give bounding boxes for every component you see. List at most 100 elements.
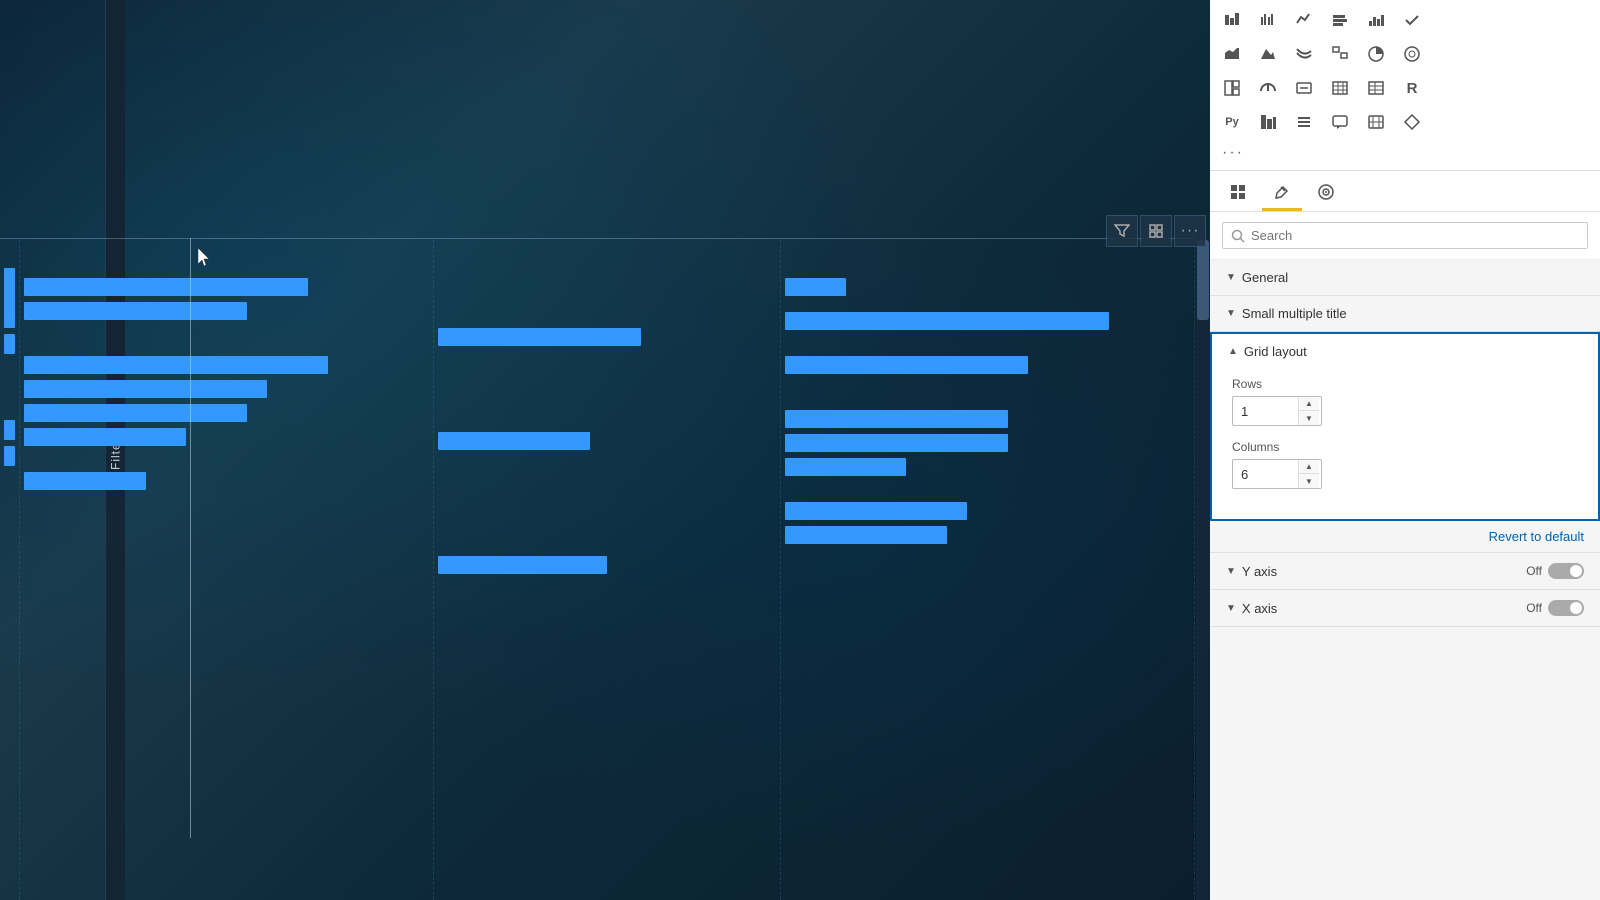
vis-icon-waterfall[interactable] <box>1358 4 1394 36</box>
vis-icon-mountain[interactable] <box>1250 38 1286 70</box>
rows-decrement-btn[interactable]: ▼ <box>1299 411 1319 425</box>
x-axis-toggle-track[interactable] <box>1548 600 1584 616</box>
chart-separator-line <box>0 238 1195 239</box>
columns-input[interactable] <box>1233 462 1298 487</box>
bar-column-0 <box>0 240 20 900</box>
columns-input-wrapper: ▲ ▼ <box>1232 459 1322 489</box>
revert-to-default-button[interactable]: Revert to default <box>1210 521 1600 553</box>
bar <box>785 502 967 520</box>
y-axis-chevron[interactable]: ▼ <box>1226 566 1236 577</box>
search-wrapper[interactable] <box>1222 222 1588 249</box>
rows-increment-btn[interactable]: ▲ <box>1299 397 1319 411</box>
columns-label: Columns <box>1232 440 1578 454</box>
small-multiple-section-label: Small multiple title <box>1242 306 1347 321</box>
chart-toolbar: ··· <box>1106 215 1206 247</box>
bar <box>785 434 1008 452</box>
x-axis-toggle-knob <box>1570 602 1582 614</box>
vis-icon-donut[interactable] <box>1394 38 1430 70</box>
rows-spin-buttons: ▲ ▼ <box>1298 397 1319 425</box>
bar-column-3 <box>781 240 1195 900</box>
y-axis-toggle-knob <box>1570 565 1582 577</box>
vis-icon-treemap[interactable] <box>1214 72 1250 104</box>
vis-icon-stacked-bar[interactable] <box>1214 4 1250 36</box>
vis-icon-r[interactable]: R <box>1394 72 1430 104</box>
x-axis-toggle-control[interactable]: Off <box>1526 600 1584 616</box>
vis-icon-map2[interactable] <box>1358 106 1394 138</box>
chart-area: Filters ··· <box>0 0 1210 900</box>
vis-icon-gauge[interactable] <box>1250 72 1286 104</box>
tab-fields[interactable] <box>1218 175 1258 211</box>
general-section-label: General <box>1242 270 1288 285</box>
icon-row-2 <box>1214 38 1596 70</box>
bar <box>438 432 590 450</box>
icon-row-1 <box>1214 4 1596 36</box>
rows-input[interactable] <box>1233 399 1298 424</box>
y-axis-toggle-track[interactable] <box>1548 563 1584 579</box>
vis-icon-diamond[interactable] <box>1394 106 1430 138</box>
bar <box>785 526 947 544</box>
general-chevron: ▼ <box>1226 272 1236 283</box>
x-axis-toggle-label: Off <box>1526 601 1542 615</box>
vis-icon-kpi[interactable] <box>1250 106 1286 138</box>
grid-layout-section-header[interactable]: ▲ Grid layout <box>1212 334 1598 369</box>
grid-layout-body: Rows ▲ ▼ Columns ▲ <box>1212 369 1598 519</box>
right-panel: R Py ··· <box>1210 0 1600 900</box>
columns-spin-buttons: ▲ ▼ <box>1298 460 1319 488</box>
icon-row-4: Py <box>1214 106 1596 138</box>
vis-icon-bar-chart[interactable] <box>1322 4 1358 36</box>
bar <box>785 356 1028 374</box>
vis-icon-check[interactable] <box>1394 4 1430 36</box>
vis-icon-python[interactable]: Py <box>1214 106 1250 138</box>
more-options-btn[interactable]: ··· <box>1174 215 1206 247</box>
y-axis-label: Y axis <box>1242 564 1277 579</box>
vis-icon-slicer[interactable] <box>1286 106 1322 138</box>
vis-icon-pie[interactable] <box>1358 38 1394 70</box>
x-axis-chevron[interactable]: ▼ <box>1226 603 1236 614</box>
search-input[interactable] <box>1251 228 1579 243</box>
vis-icon-speech[interactable] <box>1322 106 1358 138</box>
bar <box>785 458 907 476</box>
vis-icon-table[interactable] <box>1322 72 1358 104</box>
small-multiple-chevron: ▼ <box>1226 308 1236 319</box>
tab-format[interactable] <box>1262 175 1302 211</box>
vis-icon-line[interactable] <box>1286 4 1322 36</box>
bar <box>438 328 641 346</box>
scrollbar-thumb[interactable] <box>1197 240 1209 320</box>
format-panel: ▼ General ▼ Small multiple title ▲ Grid … <box>1210 260 1600 900</box>
general-section-header[interactable]: ▼ General <box>1210 260 1600 296</box>
columns-increment-btn[interactable]: ▲ <box>1299 460 1319 474</box>
grid-layout-section-label: Grid layout <box>1244 344 1307 359</box>
tab-analytics[interactable] <box>1306 175 1346 211</box>
x-axis-label: X axis <box>1242 601 1277 616</box>
y-axis-toggle-label: Off <box>1526 564 1542 578</box>
vis-icon-scatter[interactable] <box>1322 38 1358 70</box>
vis-icon-ribbon[interactable] <box>1286 38 1322 70</box>
more-options-label[interactable]: ··· <box>1214 140 1596 166</box>
expand-btn[interactable] <box>1140 215 1172 247</box>
small-multiple-title-section-header[interactable]: ▼ Small multiple title <box>1210 296 1600 332</box>
columns-decrement-btn[interactable]: ▼ <box>1299 474 1319 488</box>
grid-layout-chevron: ▲ <box>1228 346 1238 357</box>
bar <box>4 420 15 440</box>
bar-column-2 <box>434 240 781 900</box>
vis-icon-card[interactable] <box>1286 72 1322 104</box>
bar-column-1 <box>20 240 434 900</box>
chart-scrollbar[interactable] <box>1196 240 1210 900</box>
visualization-icon-grid: R Py ··· <box>1210 0 1600 171</box>
tab-bar <box>1210 171 1600 212</box>
bar <box>24 356 328 374</box>
search-icon <box>1231 229 1245 243</box>
bar <box>24 428 186 446</box>
bar <box>785 312 1109 330</box>
rows-label: Rows <box>1232 377 1578 391</box>
grid-layout-section: ▲ Grid layout Rows ▲ ▼ C <box>1210 332 1600 521</box>
columns-field-row: Columns ▲ ▼ <box>1232 440 1578 489</box>
vis-icon-matrix[interactable] <box>1358 72 1394 104</box>
vis-icon-grouped-bar[interactable] <box>1250 4 1286 36</box>
filter-btn[interactable] <box>1106 215 1138 247</box>
vis-icon-area[interactable] <box>1214 38 1250 70</box>
y-axis-toggle-control[interactable]: Off <box>1526 563 1584 579</box>
rows-field-row: Rows ▲ ▼ <box>1232 377 1578 426</box>
bar <box>4 268 15 328</box>
icon-row-3: R <box>1214 72 1596 104</box>
